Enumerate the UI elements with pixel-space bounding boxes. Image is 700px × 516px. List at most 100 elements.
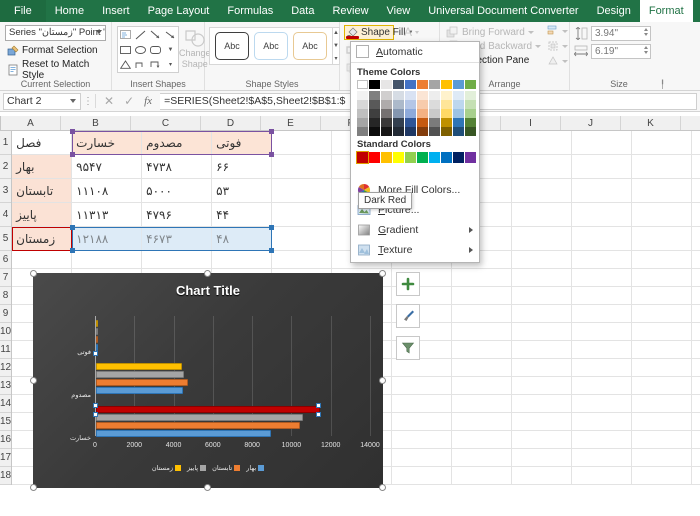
row-header-15[interactable]: 15 (0, 413, 12, 431)
cell-A3[interactable]: تابستان (12, 179, 73, 202)
group-objects-button[interactable] (547, 40, 569, 52)
cell-J18[interactable] (572, 467, 633, 484)
cell-J1[interactable] (572, 131, 633, 154)
cell-H14[interactable] (452, 395, 513, 412)
tab-format[interactable]: Format (639, 0, 693, 22)
tab-formulas[interactable]: Formulas (218, 0, 282, 22)
theme-shade-swatch[interactable] (417, 118, 428, 127)
cell-L3[interactable] (692, 179, 700, 202)
bar-bahar-masdoom[interactable] (96, 387, 183, 394)
cell-L10[interactable] (692, 323, 700, 340)
cell-K11[interactable] (632, 341, 693, 358)
series-selector-dropdown[interactable]: Series "زمستان" Point "ت" (5, 25, 106, 41)
cell-K7[interactable] (632, 269, 693, 286)
theme-shade-swatch[interactable] (381, 118, 392, 127)
cell-J12[interactable] (572, 359, 633, 376)
chart-handle-tc[interactable] (204, 270, 211, 277)
cell-D2[interactable]: ۶۶ (212, 155, 273, 178)
cell-L16[interactable] (692, 431, 700, 448)
cell-C3[interactable]: ۵۰۰۰ (142, 179, 213, 202)
chart-handle-bl[interactable] (30, 484, 37, 491)
cell-J14[interactable] (572, 395, 633, 412)
cell-I6[interactable] (512, 251, 573, 268)
shapes-gallery[interactable]: ▼ ▾ (117, 26, 179, 73)
shape-height-input[interactable]: 3.94" (591, 26, 651, 41)
cell-K17[interactable] (632, 449, 693, 466)
theme-tint-swatch[interactable] (465, 100, 476, 109)
theme-shade-swatch[interactable] (441, 127, 452, 136)
tab-design[interactable]: Design (588, 0, 640, 22)
shapes-more-dropdown[interactable]: ▼ (163, 42, 178, 57)
cell-H7[interactable] (452, 269, 513, 286)
theme-shade-swatch[interactable] (405, 118, 416, 127)
legend-item-tabestan[interactable]: تابستان (212, 464, 241, 472)
automatic-fill-option[interactable]: Automatic (351, 42, 479, 61)
row-header-10[interactable]: 10 (0, 323, 12, 341)
column-header-L[interactable]: L (681, 116, 700, 130)
chart-filters-button[interactable] (396, 336, 420, 360)
row-header-11[interactable]: 11 (0, 341, 12, 359)
standard-swatch-red[interactable] (369, 152, 380, 163)
cell-I7[interactable] (512, 269, 573, 286)
bar-bahar-khesarat[interactable] (96, 430, 271, 437)
cell-J17[interactable] (572, 449, 633, 466)
cell-K3[interactable] (632, 179, 693, 202)
row-header-6[interactable]: 6 (0, 251, 12, 269)
row-header-8[interactable]: 8 (0, 287, 12, 305)
format-selection-button[interactable]: Format Selection (4, 43, 107, 58)
cell-I18[interactable] (512, 467, 573, 484)
theme-swatch-darkblue[interactable] (393, 80, 404, 89)
cancel-icon[interactable]: ✕ (104, 94, 114, 108)
cell-E2[interactable] (272, 155, 333, 178)
cell-I10[interactable] (512, 323, 573, 340)
bring-forward-caret-icon[interactable] (527, 30, 534, 34)
cell-L2[interactable] (692, 155, 700, 178)
theme-swatch-green[interactable] (465, 80, 476, 89)
rotate-caret-icon[interactable] (562, 59, 569, 63)
cell-J2[interactable] (572, 155, 633, 178)
cell-K10[interactable] (632, 323, 693, 340)
cell-J4[interactable] (572, 203, 633, 226)
theme-colors-row-5[interactable] (351, 127, 479, 136)
cell-B4[interactable]: ۱۱۳۱۳ (72, 203, 143, 226)
chart-elements-button[interactable] (396, 272, 420, 296)
cell-J8[interactable] (572, 287, 633, 304)
theme-shade-swatch[interactable] (429, 118, 440, 127)
standard-swatch-dark-red[interactable] (356, 151, 369, 164)
cell-G17[interactable] (392, 449, 453, 466)
standard-swatch-yellow[interactable] (393, 152, 404, 163)
standard-colors-row[interactable] (351, 151, 479, 164)
cell-C5[interactable]: ۴۶۷۳ (142, 227, 213, 250)
theme-tint-swatch[interactable] (381, 109, 392, 118)
line-shape-icon[interactable] (133, 27, 148, 42)
check-icon[interactable]: ✓ (124, 94, 134, 108)
cell-H17[interactable] (452, 449, 513, 466)
cell-A6[interactable] (12, 251, 73, 268)
cell-D3[interactable]: ۵۳ (212, 179, 273, 202)
theme-shade-swatch[interactable] (393, 127, 404, 136)
row-header-18[interactable]: 18 (0, 467, 12, 485)
cell-L4[interactable] (692, 203, 700, 226)
cell-E5[interactable] (272, 227, 333, 250)
arrow-shape-icon[interactable] (148, 27, 163, 42)
theme-tint-swatch[interactable] (369, 100, 380, 109)
cell-J3[interactable] (572, 179, 633, 202)
name-box[interactable]: Chart 2 (3, 92, 81, 110)
theme-swatch-lightblue[interactable] (453, 80, 464, 89)
column-header-D[interactable]: D (201, 116, 261, 130)
cell-K13[interactable] (632, 377, 693, 394)
cell-C6[interactable] (142, 251, 213, 268)
standard-swatch-blue[interactable] (441, 152, 452, 163)
cell-G15[interactable] (392, 413, 453, 430)
cell-C1[interactable]: مصدوم (142, 131, 213, 154)
theme-tint-swatch[interactable] (429, 109, 440, 118)
connector-elbow-shape-icon[interactable] (133, 57, 148, 72)
cell-B1[interactable]: خسارت (72, 131, 143, 154)
cell-L18[interactable] (692, 467, 700, 484)
bar-zemestan-footi[interactable] (96, 320, 98, 327)
cell-E4[interactable] (272, 203, 333, 226)
standard-swatch-orange[interactable] (381, 152, 392, 163)
cell-I3[interactable] (512, 179, 573, 202)
arrow-shape-2-icon[interactable] (163, 27, 178, 42)
cell-J10[interactable] (572, 323, 633, 340)
